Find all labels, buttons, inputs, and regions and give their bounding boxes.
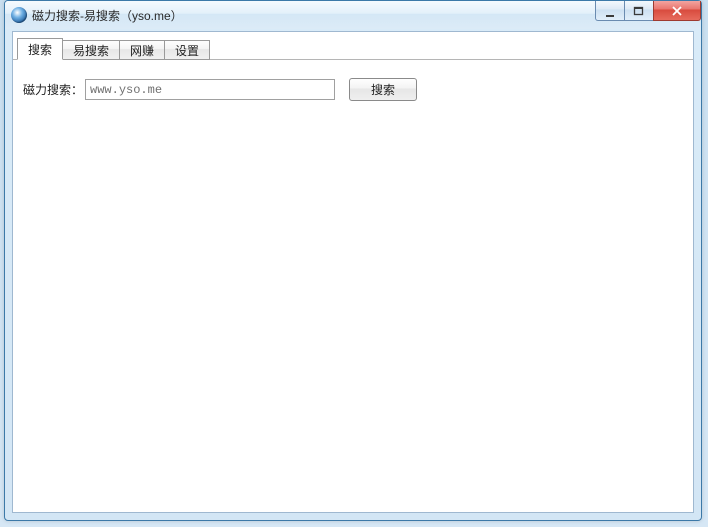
tabstrip: 搜索 易搜索 网赚 设置 [13, 32, 693, 60]
minimize-button[interactable] [595, 1, 625, 21]
tab-search[interactable]: 搜索 [17, 38, 63, 60]
maximize-icon [633, 6, 645, 16]
minimize-icon [605, 10, 615, 18]
close-icon [671, 6, 683, 16]
app-window: 磁力搜索-易搜索（yso.me） 搜索 易搜索 网赚 设置 [4, 0, 702, 521]
window-title: 磁力搜索-易搜索（yso.me） [32, 7, 183, 24]
tab-wangzhuan[interactable]: 网赚 [119, 40, 165, 60]
tab-settings[interactable]: 设置 [164, 40, 210, 60]
tab-label: 搜索 [28, 41, 52, 58]
tab-label: 设置 [175, 42, 199, 59]
tab-label: 网赚 [130, 42, 154, 59]
search-input[interactable] [85, 79, 335, 100]
search-row: 磁力搜索： 搜索 [23, 78, 683, 101]
app-icon [11, 7, 27, 23]
close-button[interactable] [653, 1, 701, 21]
titlebar[interactable]: 磁力搜索-易搜索（yso.me） [5, 1, 701, 29]
search-label: 磁力搜索： [23, 81, 83, 98]
tab-yisousuo[interactable]: 易搜索 [62, 40, 120, 60]
tab-content-search: 磁力搜索： 搜索 [13, 60, 693, 512]
window-controls [596, 1, 701, 21]
client-area: 搜索 易搜索 网赚 设置 磁力搜索： 搜索 [12, 31, 694, 513]
tab-label: 易搜索 [73, 42, 109, 59]
maximize-button[interactable] [624, 1, 654, 21]
search-button[interactable]: 搜索 [349, 78, 417, 101]
